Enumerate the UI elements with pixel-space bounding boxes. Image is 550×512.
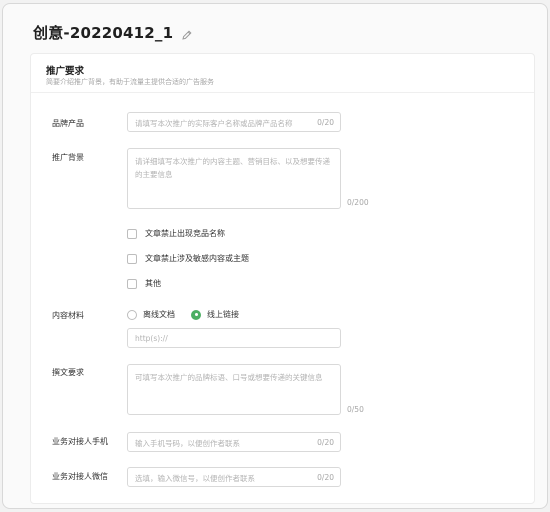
contact-phone-input[interactable]: 输入手机号码，以便创作者联系 0/20 [127,432,341,452]
checkbox-label: 文章禁止出现竞品名称 [145,229,225,238]
promotion-requirements-card: 推广要求 简要介绍推广背景，有助于流量主提供合适的广告服务 品牌产品 请填写本次… [30,53,535,504]
radio-online-link[interactable]: 线上链接 [191,309,239,320]
background-textarea[interactable]: 请详细填写本次推广的内容主题、营销目标、以及想要传递的主要信息 [127,148,341,209]
writing-label: 撰文要求 [52,368,84,377]
background-placeholder: 请详细填写本次推广的内容主题、营销目标、以及想要传递的主要信息 [135,157,330,179]
checkbox-box[interactable] [127,253,137,264]
writing-count: 0/50 [347,405,364,414]
checkbox-no-competitor[interactable]: 文章禁止出现竞品名称 [127,228,225,239]
contact-wechat-label: 业务对接人微信 [52,472,108,481]
editor-window: 创意-20220412_1 推广要求 简要介绍推广背景，有助于流量主提供合适的广… [2,3,548,509]
brand-product-input[interactable]: 请填写本次推广的实际客户名称或品牌产品名称 0/20 [127,112,341,132]
contact-phone-label: 业务对接人手机 [52,437,108,446]
checkbox-no-sensitive[interactable]: 文章禁止涉及敏感内容或主题 [127,253,249,264]
contact-wechat-input[interactable]: 选填，输入微信号，以便创作者联系 0/20 [127,467,341,487]
section-title: 推广要求 [46,66,85,77]
radio-label: 离线文档 [143,310,175,319]
contact-phone-placeholder: 输入手机号码，以便创作者联系 [135,439,240,448]
brand-product-count: 0/20 [317,118,334,127]
checkbox-label: 其他 [145,279,161,288]
brand-product-label: 品牌产品 [52,119,84,128]
section-header: 推广要求 简要介绍推广背景，有助于流量主提供合适的广告服务 [31,54,534,93]
contact-phone-count: 0/20 [317,438,334,447]
writing-textarea[interactable]: 可填写本次推广的品牌标语、口号或想要传递的关键信息 [127,364,341,415]
link-input[interactable]: http(s):// [127,328,341,348]
section-description: 简要介绍推广背景，有助于流量主提供合适的广告服务 [46,78,214,86]
background-count: 0/200 [347,198,369,207]
background-label: 推广背景 [52,153,84,162]
brand-product-placeholder: 请填写本次推广的实际客户名称或品牌产品名称 [135,119,293,128]
radio-label: 线上链接 [207,310,239,319]
checkbox-label: 文章禁止涉及敏感内容或主题 [145,254,249,263]
header: 创意-20220412_1 [33,20,193,44]
checkbox-box[interactable] [127,278,137,289]
radio-offline-doc[interactable]: 离线文档 [127,309,175,320]
contact-wechat-count: 0/20 [317,473,334,482]
contact-wechat-placeholder: 选填，输入微信号，以便创作者联系 [135,474,255,483]
material-label: 内容材料 [52,311,84,320]
checkbox-other[interactable]: 其他 [127,278,161,289]
radio-circle-selected[interactable] [191,309,201,320]
page-title: 创意-20220412_1 [33,23,174,42]
radio-circle[interactable] [127,309,137,320]
link-placeholder: http(s):// [135,334,168,343]
checkbox-box[interactable] [127,228,137,239]
pencil-icon[interactable] [181,26,193,40]
writing-placeholder: 可填写本次推广的品牌标语、口号或想要传递的关键信息 [135,373,323,382]
material-radio-group: 离线文档 线上链接 [127,309,255,320]
